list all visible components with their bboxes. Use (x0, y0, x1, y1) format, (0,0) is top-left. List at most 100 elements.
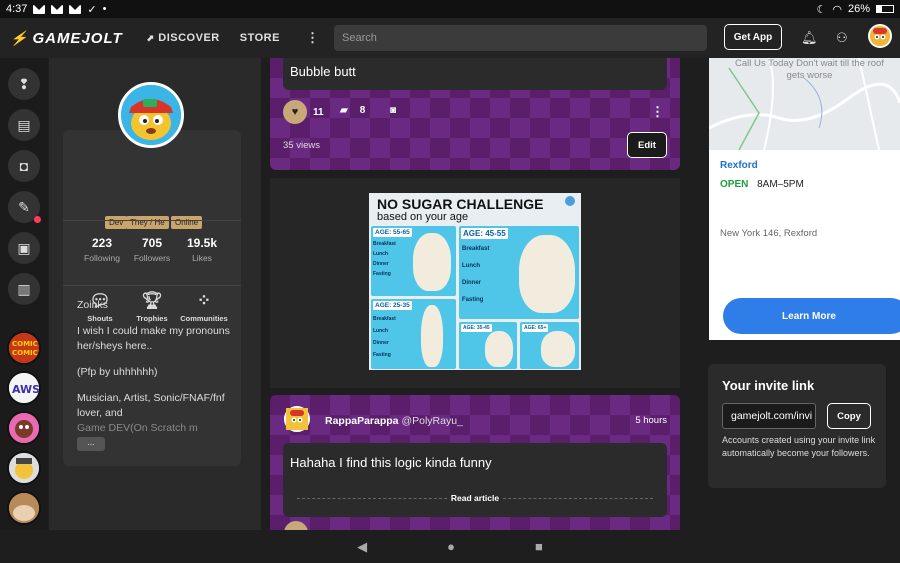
post-card: Bubble butt ♥ 11 ▰ 8 ◙ ⋮ 35 views Edit (270, 58, 680, 170)
stat-likes[interactable]: 19.5k Likes (174, 236, 230, 263)
home-icon[interactable]: ● (447, 539, 455, 554)
ad-age-label: AGE: 65+ (522, 324, 549, 332)
post-text[interactable]: Bubble butt (283, 58, 667, 90)
library-icon[interactable]: ▥ (8, 273, 40, 305)
ad-meal-list: Breakfast Lunch Dinner Fasting (373, 241, 396, 277)
tag-badge: Dev (105, 216, 128, 229)
tag-badge: Online (171, 216, 203, 229)
candle-image (485, 331, 513, 367)
opening-hours: OPEN 8AM–5PM (720, 179, 804, 190)
post-body[interactable]: Hahaha I find this logic kinda funny Rea… (283, 443, 667, 517)
location-card: Rexford OPEN 8AM–5PM New York 146, Rexfo… (709, 150, 900, 340)
mail-icon (69, 4, 82, 14)
candle-image (413, 233, 451, 291)
like-button[interactable]: ♥ 11 (283, 100, 324, 124)
copy-button[interactable]: Copy (827, 403, 871, 429)
bio-line: I wish I could make my pronouns her/shey… (77, 325, 230, 352)
profile-sidebar: Dev They / He Online 223 Following 705 F… (49, 58, 261, 530)
store-icon[interactable]: ▤ (8, 109, 40, 141)
post-card: RappaParappa @PolyRayu_ 5 hours Hahaha I… (270, 395, 680, 530)
profile-bio: Zoinks I wish I could make my pronouns h… (77, 298, 237, 436)
bio-line: Zoinks (77, 299, 108, 311)
invite-card: Your invite link gamejolt.com/invi Copy … (708, 364, 886, 488)
stat-followers[interactable]: 705 Followers (124, 236, 180, 263)
like-button[interactable] (284, 521, 308, 530)
recents-icon[interactable]: ■ (535, 539, 543, 554)
logo-text: GAMEJOLT (32, 29, 123, 47)
battery-percent: 26% (847, 3, 870, 15)
ad-age-label: AGE: 45-55 (461, 228, 508, 239)
sticker-icon: ◙ (390, 105, 397, 116)
clock: 4:37 (6, 3, 28, 15)
svg-text:COMICS: COMICS (12, 349, 39, 357)
heart-icon: ♥ (283, 100, 307, 124)
status-bar: 4:37 ✓ • ☾ ◠ 26% (0, 0, 900, 18)
community-icon[interactable] (7, 411, 41, 445)
mail-icon (33, 4, 46, 14)
moon-icon: ☾ (816, 3, 827, 16)
more-menu-icon[interactable]: ⋮ (306, 30, 320, 46)
gamejolt-logo[interactable]: ⚡ GAMEJOLT (10, 30, 123, 47)
author-handle: @PolyRayu_ (401, 415, 463, 427)
edit-button[interactable]: Edit (627, 132, 667, 158)
top-navigation: ⚡ GAMEJOLT ⬈ DISCOVER STORE ⋮ Search Get… (0, 18, 900, 58)
ad-meal-list: Breakfast Lunch Dinner Fasting (462, 246, 490, 303)
ad-age-label: AGE: 55-65 (373, 228, 412, 237)
back-icon[interactable]: ◀ (357, 539, 367, 555)
tag-badge: They / He (126, 216, 169, 229)
system-navigation-bar: ◀ ● ■ (0, 530, 900, 563)
divider (63, 285, 241, 286)
comment-count: 8 (359, 105, 366, 116)
candle-image (421, 305, 443, 367)
get-app-button[interactable]: Get App (724, 24, 782, 50)
sticker-button[interactable]: ◙ (390, 105, 396, 116)
stat-following[interactable]: 223 Following (74, 236, 130, 263)
ad-meal-list: Breakfast Lunch Dinner Fasting (373, 316, 396, 358)
user-avatar[interactable] (868, 24, 892, 48)
bio-line: Game DEV(On Scratch m (77, 422, 198, 434)
community-icon[interactable]: COMICCOMICS (7, 331, 41, 365)
map-ad[interactable]: Call Us Today Don't wait till the roof g… (709, 58, 900, 150)
open-status: OPEN (720, 179, 749, 190)
bio-line: Musician, Artist, Sonic/FNAF/fnf lover, … (77, 392, 225, 419)
like-count: 11 (313, 106, 324, 118)
advertisement[interactable]: NO SUGAR CHALLENGE based on your age AGE… (369, 193, 581, 370)
ad-age-label: AGE: 35-45 (461, 324, 492, 332)
view-count: 35 views (283, 140, 320, 151)
more-options-icon[interactable]: ⋮ (651, 104, 664, 120)
adchoices-icon[interactable] (565, 196, 575, 206)
invite-link-field[interactable]: gamejolt.com/invi (722, 403, 816, 429)
chat-icon[interactable]: ▣ (8, 232, 40, 264)
bio-line: (Pfp by uhhhhhh) (77, 366, 158, 378)
search-input[interactable]: Search (334, 25, 707, 51)
svg-text:COMIC: COMIC (12, 340, 38, 348)
comment-button[interactable]: ▰ 8 (340, 105, 365, 116)
left-rail: ❢ ▤ ◘ ✎ ▣ ▥ COMICCOMICS AWS (0, 58, 48, 530)
backpack-icon[interactable]: ◘ (8, 150, 40, 182)
invite-title: Your invite link (722, 378, 815, 393)
community-icon[interactable] (7, 491, 41, 525)
svg-text:AWS: AWS (12, 383, 39, 396)
community-icon[interactable] (7, 451, 41, 485)
read-more-button[interactable]: ... (77, 437, 105, 451)
wifi-icon: ◠ (832, 3, 842, 16)
comment-icon: ▰ (340, 105, 348, 116)
location-name[interactable]: Rexford (720, 160, 758, 171)
lightbulb-icon[interactable]: ❢ (8, 68, 40, 100)
community-icon[interactable]: AWS (7, 371, 41, 405)
author-avatar[interactable] (284, 406, 310, 432)
map-ad-text: Call Us Today Don't wait till the roof g… (735, 58, 884, 81)
candle-image (519, 235, 575, 313)
read-article-link[interactable]: Read article (283, 493, 667, 503)
divider (63, 220, 241, 221)
post-timestamp[interactable]: 5 hours (635, 415, 667, 426)
learn-more-button[interactable]: Learn More (723, 298, 900, 334)
nav-store[interactable]: STORE (240, 32, 280, 44)
nav-discover[interactable]: ⬈ DISCOVER (147, 32, 220, 44)
battery-icon (876, 5, 894, 13)
friends-icon[interactable]: ⚇ (836, 30, 848, 46)
bell-icon[interactable]: 🔔︎ (801, 30, 818, 46)
author-name[interactable]: RappaParappa @PolyRayu_ (325, 415, 463, 427)
profile-avatar[interactable] (118, 82, 184, 148)
compass-icon: ⬈ (146, 33, 155, 43)
